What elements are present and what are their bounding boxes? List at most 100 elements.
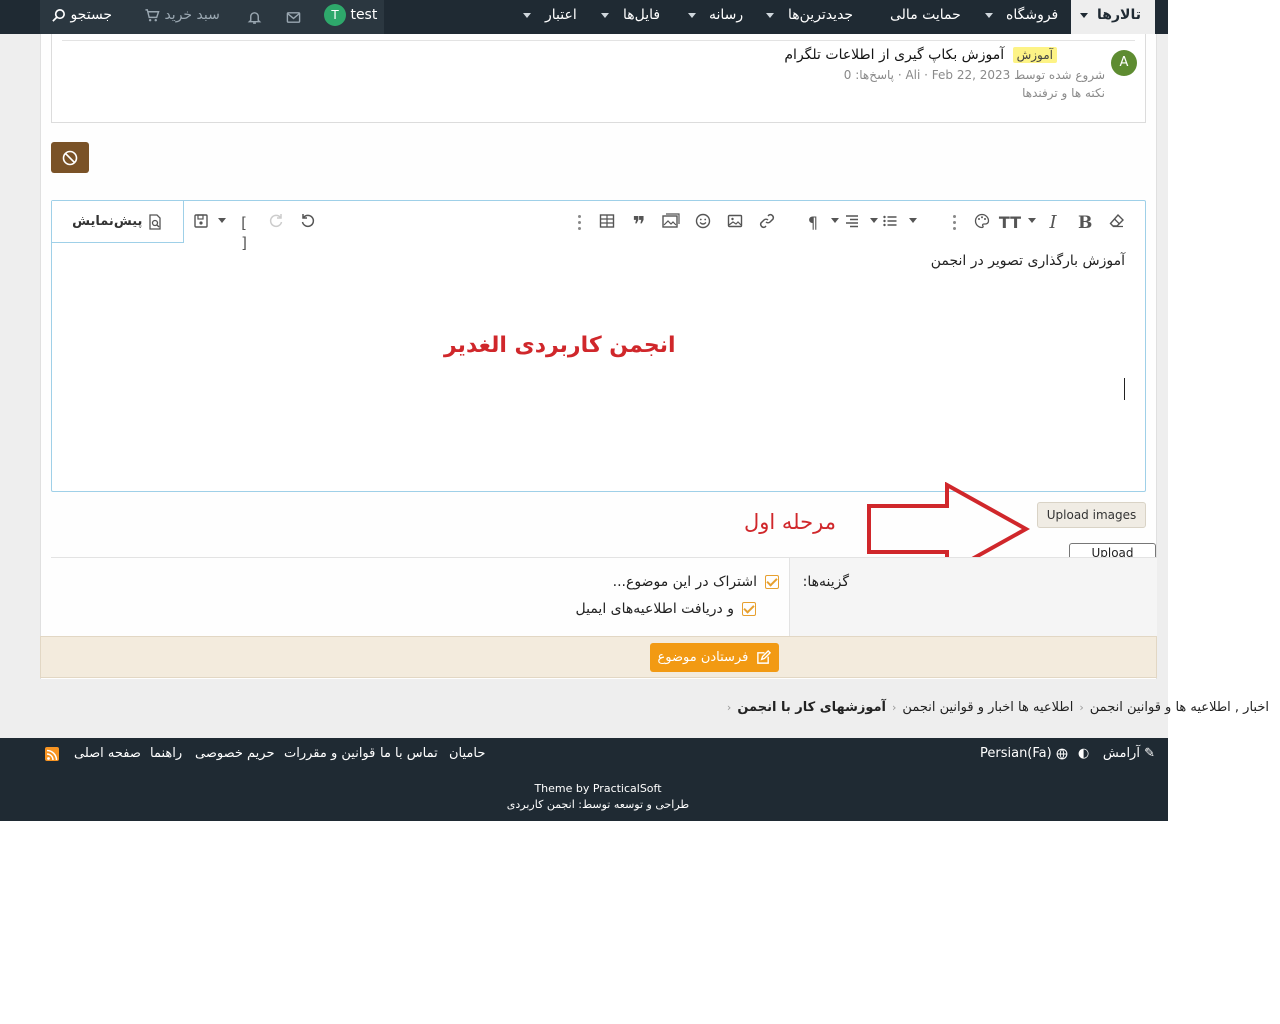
more-options-icon[interactable]	[578, 215, 581, 231]
search-link[interactable]: جستجو	[51, 0, 131, 34]
chevron-down-icon	[909, 218, 917, 223]
nav-media[interactable]: رسانه	[709, 0, 743, 34]
ban-icon	[62, 150, 78, 166]
bold-button[interactable]: B	[1078, 213, 1092, 233]
breadcrumb-item[interactable]: اطلاعیه ها اخبار و قوانین انجمن	[902, 700, 1073, 715]
language-chooser[interactable]: Persian(Fa)	[980, 746, 1068, 761]
nav-files[interactable]: فایل‌ها	[623, 0, 660, 34]
thread-title[interactable]: آموزش آموزش بکاپ گیری از اطلاعات تلگرام	[784, 47, 1057, 63]
drafts-dropdown[interactable]	[218, 218, 226, 238]
watermark-text: انجمن کاربردی الغدیر	[444, 333, 676, 358]
footer-link-home[interactable]: صفحه اصلی	[74, 746, 141, 761]
footer-link-contact[interactable]: تماس با ما	[380, 746, 438, 761]
edit-icon	[757, 649, 772, 664]
redo-icon	[269, 214, 283, 228]
developer-credit: طراحی و توسعه توسط: انجمن کاربردی	[506, 798, 690, 811]
post-thread-button[interactable]: فرستادن موضوع	[650, 643, 779, 672]
chevron-down-icon	[218, 218, 226, 223]
chevron-left-icon: ‹	[892, 701, 897, 714]
account-link[interactable]: test T	[324, 0, 377, 34]
insert-media-button[interactable]	[662, 213, 680, 233]
upload-images-button[interactable]: Upload images	[1037, 502, 1146, 528]
thread-meta: شروع شده توسط Ali · Feb 22, 2023 · پاسخ‌…	[843, 68, 1105, 82]
cart-link[interactable]: سبد خرید	[144, 0, 220, 34]
preview-button[interactable]: پیش‌نمایش	[52, 201, 184, 243]
email-alerts-option[interactable]: و دریافت اطلاعیه‌های ایمیل	[576, 601, 756, 617]
thread-author-avatar[interactable]: A	[1111, 50, 1137, 76]
more-text-options-icon[interactable]	[953, 215, 956, 231]
chevron-down-icon	[870, 218, 878, 223]
redo-button[interactable]	[268, 213, 284, 233]
clear-formatting-button[interactable]	[1109, 213, 1125, 233]
align-dropdown[interactable]	[870, 218, 878, 238]
list-dropdown[interactable]	[909, 218, 917, 238]
font-size-dropdown[interactable]	[1028, 218, 1036, 238]
list-button[interactable]	[882, 213, 898, 233]
palette-icon	[974, 213, 990, 229]
ban-button[interactable]	[51, 142, 89, 173]
chevron-down-icon	[523, 12, 531, 18]
italic-button[interactable]: I	[1046, 213, 1060, 233]
thread-title-text[interactable]: آموزش بکاپ گیری از اطلاعات تلگرام	[784, 47, 1004, 63]
chevron-down-icon	[766, 12, 774, 18]
thread-prefix-tag: آموزش	[1012, 47, 1057, 63]
theme-toggle-icon[interactable]: ◐	[1078, 746, 1089, 761]
image-icon	[727, 214, 743, 228]
email-alerts-checkbox[interactable]	[742, 602, 756, 616]
user-avatar: T	[324, 4, 346, 26]
paragraph-format-dropdown[interactable]	[831, 218, 839, 238]
nav-media-dropdown[interactable]	[688, 0, 696, 34]
footer-link-help[interactable]: راهنما	[150, 746, 182, 761]
breadcrumb-item[interactable]: آموزشهای کار با انجمن	[737, 700, 886, 715]
envelope-icon	[286, 12, 301, 23]
text-color-button[interactable]	[974, 213, 990, 233]
insert-image-button[interactable]	[727, 213, 743, 233]
nav-store[interactable]: فروشگاه	[1006, 0, 1058, 34]
chevron-down-icon	[1080, 12, 1088, 18]
font-size-icon: TT	[998, 213, 1022, 232]
nav-donate[interactable]: حمایت مالی	[890, 0, 961, 34]
watch-thread-checkbox[interactable]	[765, 575, 779, 589]
theme-credit: Theme by PracticalSoft	[534, 782, 662, 795]
watch-thread-option[interactable]: اشتراک در این موضوع...	[613, 574, 779, 590]
nav-forums-dropdown[interactable]	[1080, 0, 1088, 34]
nav-newest[interactable]: جدیدترین‌ها	[788, 0, 853, 34]
form-submit-row: فرستادن موضوع	[40, 636, 1157, 678]
footer-link-rules[interactable]: قوانین و مقررات	[284, 746, 375, 761]
rss-icon[interactable]	[45, 747, 59, 761]
footer-link-privacy[interactable]: حریم خصوصی	[195, 746, 275, 761]
text-cursor	[1124, 378, 1125, 400]
search-icon	[52, 8, 65, 22]
preview-icon	[149, 213, 161, 230]
breadcrumb-item[interactable]: اخبار , اطلاعیه ها و قوانین انجمن	[1090, 700, 1269, 715]
nav-files-dropdown[interactable]	[601, 0, 609, 34]
undo-icon	[301, 214, 315, 228]
divider	[62, 40, 1135, 41]
rich-text-editor[interactable]: پیش‌نمایش [ ] ❞ ¶ TT I B	[51, 200, 1146, 492]
footer-link-sponsors[interactable]: حامیان	[449, 746, 485, 761]
nav-store-dropdown[interactable]	[985, 0, 993, 34]
table-icon	[599, 214, 615, 228]
chevron-left-icon: ‹	[726, 701, 732, 714]
cart-icon	[145, 8, 160, 21]
smilies-button[interactable]	[695, 213, 711, 233]
align-button[interactable]	[844, 213, 860, 233]
undo-button[interactable]	[300, 213, 316, 233]
options-label-pane: گزینه‌ها:	[789, 558, 1157, 637]
insert-link-button[interactable]	[759, 213, 775, 233]
nav-credit[interactable]: اعتبار	[545, 0, 577, 34]
paragraph-format-button[interactable]: ¶	[806, 213, 820, 233]
nav-newest-dropdown[interactable]	[766, 0, 774, 34]
save-icon	[194, 214, 208, 228]
quote-button[interactable]: ❞	[630, 213, 648, 238]
style-chooser[interactable]: ✎ آرامش	[1103, 746, 1155, 761]
align-icon	[846, 215, 858, 228]
nav-credit-dropdown[interactable]	[523, 0, 531, 34]
insert-table-button[interactable]	[599, 213, 615, 233]
drafts-button[interactable]	[193, 213, 209, 233]
thread-forum-link[interactable]: نکته ها و ترفندها	[1022, 86, 1105, 100]
bbcode-toggle-button[interactable]: [ ]	[236, 213, 252, 252]
font-size-button[interactable]: TT	[998, 213, 1022, 233]
editor-content[interactable]: آموزش بارگذاری تصویر در انجمن	[931, 253, 1125, 269]
italic-icon: I	[1049, 212, 1057, 233]
